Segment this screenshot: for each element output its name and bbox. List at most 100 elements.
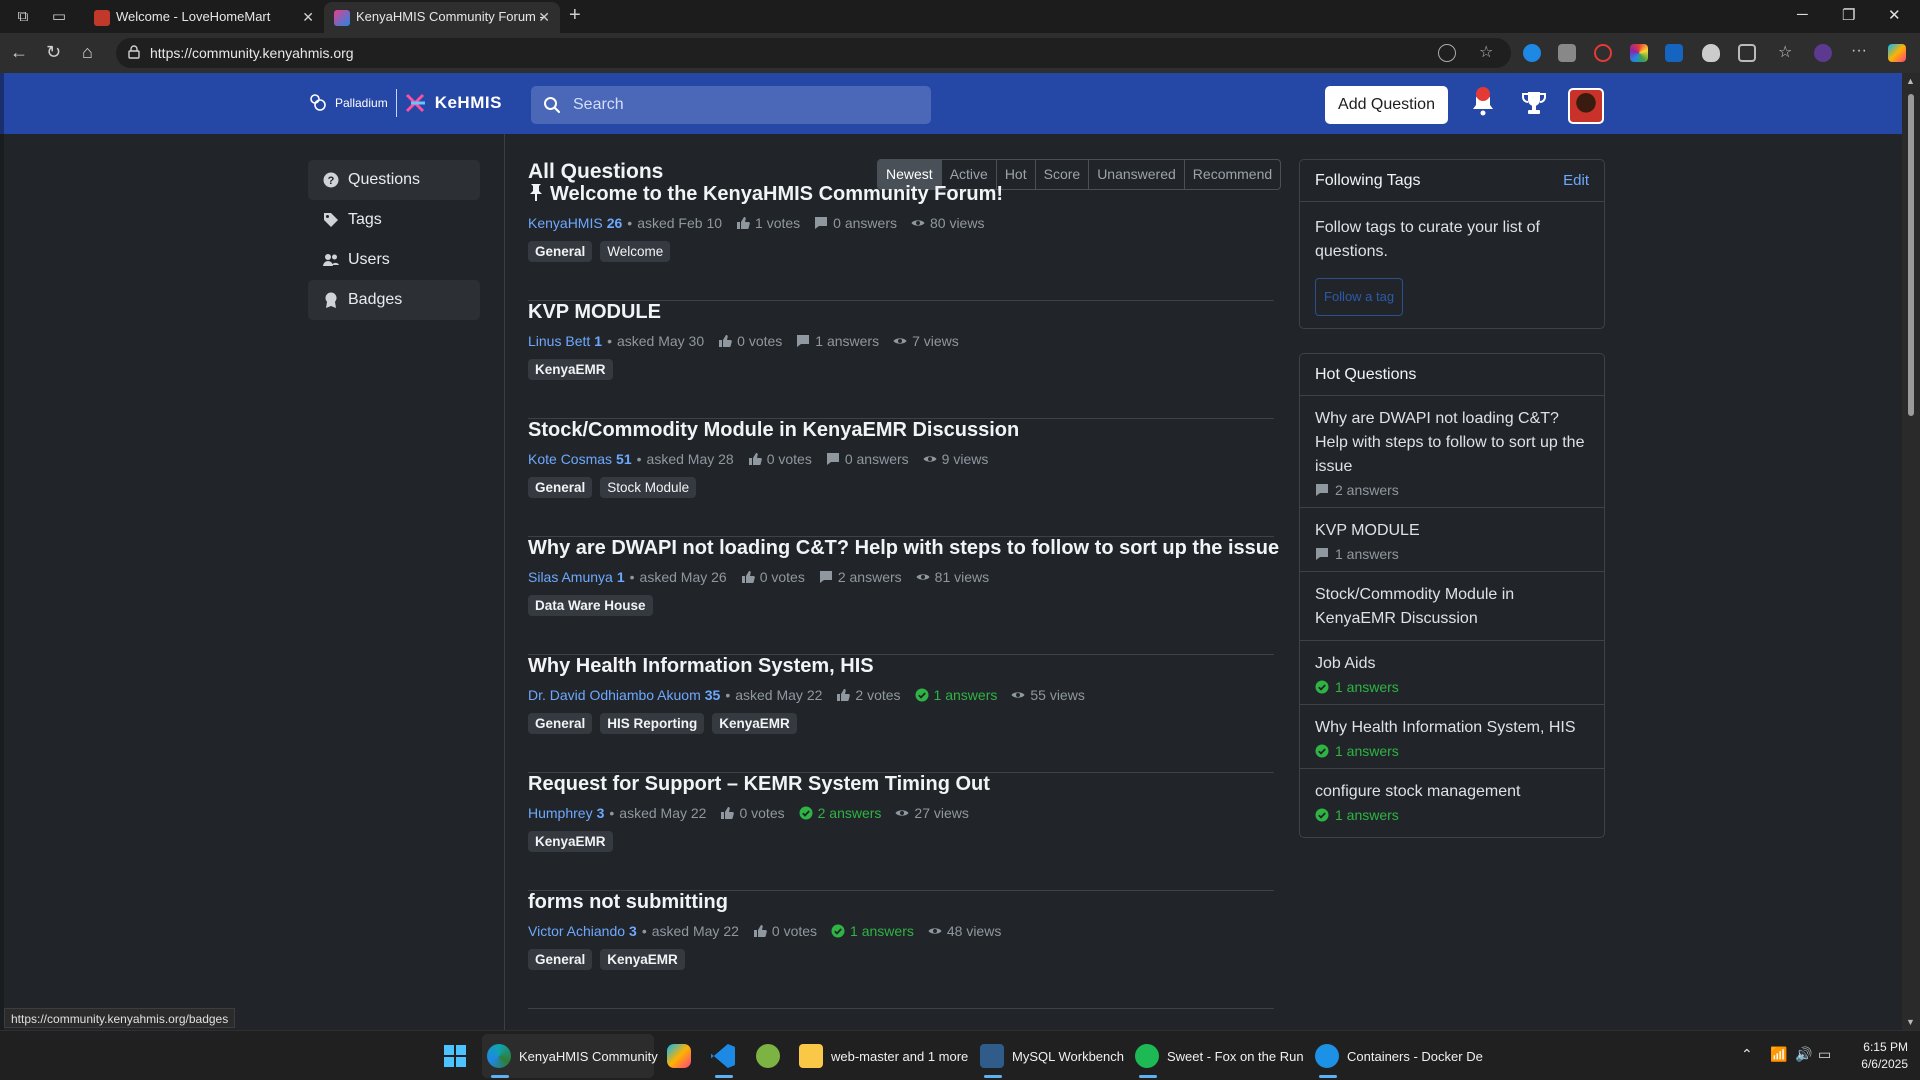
sidebar-item-questions[interactable]: ? Questions [308,160,480,200]
search-box[interactable] [531,86,931,124]
extension-icon[interactable] [1594,44,1612,62]
scroll-down-icon[interactable]: ▼ [1906,1017,1915,1027]
search-input[interactable] [573,86,913,124]
hot-question-title[interactable]: Why are DWAPI not loading C&T? Help with… [1315,407,1589,479]
restore-icon[interactable]: ❐ [1842,6,1855,24]
new-tab-icon[interactable]: + [569,4,581,27]
home-icon[interactable]: ⌂ [82,42,93,63]
browser-tab-lovehomemart[interactable]: Welcome - LoveHomeMart ✕ [84,2,324,33]
windows-start-icon[interactable] [444,1045,466,1067]
author-link[interactable]: Humphrey [528,805,593,821]
author-link[interactable]: Dr. David Odhiambo Akuom [528,687,701,703]
favorite-star-icon[interactable]: ☆ [1479,44,1497,62]
hot-question-item[interactable]: configure stock management 1 answers [1300,769,1604,832]
add-question-button[interactable]: Add Question [1325,86,1448,124]
volume-icon[interactable]: 🔊 [1795,1046,1812,1063]
taskbar-app[interactable] [756,1041,780,1071]
edit-tags-link[interactable]: Edit [1563,160,1589,202]
hot-question-item[interactable]: KVP MODULE 1 answers [1300,508,1604,572]
asked-date: asked May 26 [639,569,727,585]
hot-question-title[interactable]: KVP MODULE [1315,519,1589,543]
tag-icon [324,213,338,227]
extension-icon[interactable] [1702,44,1720,62]
tag-chip[interactable]: Data Ware House [528,595,653,616]
tag-chip[interactable]: HIS Reporting [600,713,705,734]
tab-title: Welcome - LoveHomeMart [116,9,271,24]
author-link[interactable]: Kote Cosmas [528,451,612,467]
tag-chip[interactable]: General [528,713,593,734]
author-link[interactable]: Linus Bett [528,333,590,349]
system-clock[interactable]: 6:15 PM 6/6/2025 [1838,1039,1908,1073]
user-avatar[interactable] [1568,88,1604,124]
taskbar-mysql-workbench[interactable]: MySQL Workbench [980,1041,1124,1078]
extension-icon[interactable] [1558,44,1576,62]
hot-question-item[interactable]: Job Aids 1 answers [1300,641,1604,705]
hot-question-item[interactable]: Stock/Commodity Module in KenyaEMR Discu… [1300,572,1604,641]
question-title-link[interactable]: forms not submitting [528,891,728,914]
hot-question-item[interactable]: Why are DWAPI not loading C&T? Help with… [1300,396,1604,508]
question-title-link[interactable]: Request for Support – KEMR System Timing… [528,773,990,796]
browser-tab-kenyahmis[interactable]: KenyaHMIS Community Forum - ✕ [324,2,560,33]
taskbar-vscode[interactable] [711,1041,735,1078]
battery-icon[interactable]: ▭ [1818,1046,1831,1063]
question-title-link[interactable]: Welcome to the KenyaHMIS Community Forum… [528,183,1003,206]
wifi-icon[interactable]: 📶 [1770,1046,1787,1063]
tag-chip[interactable]: General [528,241,593,262]
answers-count: 1 answers [933,687,998,703]
tag-chip[interactable]: KenyaEMR [600,949,685,970]
tag-chip[interactable]: KenyaEMR [528,831,613,852]
trophy-icon[interactable] [1521,90,1547,116]
lock-icon [128,45,140,59]
back-icon[interactable]: ← [10,42,28,63]
author-link[interactable]: Silas Amunya [528,569,613,585]
question-title-link[interactable]: Why are DWAPI not loading C&T? Help with… [528,537,1279,560]
color-extension-icon[interactable] [1630,44,1648,62]
favorites-icon[interactable]: ☆ [1778,44,1796,62]
scroll-up-icon[interactable]: ▲ [1906,76,1915,86]
extensions-icon[interactable] [1738,44,1756,62]
copilot-icon[interactable] [1888,44,1906,62]
question-title-link[interactable]: KVP MODULE [528,301,661,324]
hot-question-title[interactable]: Stock/Commodity Module in KenyaEMR Discu… [1315,583,1589,631]
follow-tag-button[interactable]: Follow a tag [1315,278,1404,316]
tab-actions-icon[interactable]: ▭ [48,6,70,28]
more-icon[interactable]: ··· [1851,43,1869,62]
author-link[interactable]: Victor Achiando [528,923,625,939]
taskbar-docker[interactable]: Containers - Docker De [1315,1041,1483,1078]
author-link[interactable]: KenyaHMIS [528,215,603,231]
minimize-icon[interactable]: ─ [1797,6,1808,23]
refresh-icon[interactable]: ↻ [46,42,61,63]
reader-icon[interactable] [1438,44,1456,62]
sidebar-item-users[interactable]: Users [308,240,480,280]
close-tab-icon[interactable]: ✕ [302,2,314,32]
taskbar-spotify[interactable]: Sweet - Fox on the Run [1135,1041,1304,1078]
sidebar-item-badges[interactable]: Badges [308,280,480,320]
tag-chip[interactable]: Stock Module [600,477,697,498]
scrollbar-thumb[interactable] [1908,94,1914,416]
extension-icon[interactable] [1665,44,1683,62]
question-title-link[interactable]: Why Health Information System, HIS [528,655,874,678]
page-scrollbar[interactable]: ▲ ▼ [1902,73,1920,1030]
hot-question-title[interactable]: configure stock management [1315,780,1589,804]
close-window-icon[interactable]: ✕ [1888,6,1901,24]
tag-chip[interactable]: General [528,477,593,498]
site-logo[interactable]: Palladium KeHMIS [309,87,502,119]
hot-question-item[interactable]: Why Health Information System, HIS 1 answ… [1300,705,1604,769]
profile-icon[interactable] [1814,44,1832,62]
sidebar-item-tags[interactable]: Tags [308,200,480,240]
hot-question-title[interactable]: Job Aids [1315,652,1589,676]
url-field[interactable]: https://community.kenyahmis.org [116,38,1511,68]
question-title-link[interactable]: Stock/Commodity Module in KenyaEMR Discu… [528,419,1019,442]
taskbar-file-explorer[interactable]: web-master and 1 more [799,1041,968,1071]
tag-chip[interactable]: Welcome [600,241,671,262]
workspaces-icon[interactable]: ⧉ [12,6,34,28]
extension-icon[interactable] [1523,44,1541,62]
tag-chip[interactable]: KenyaEMR [712,713,797,734]
taskbar-edge[interactable]: KenyaHMIS Community [487,1041,658,1078]
hot-question-title[interactable]: Why Health Information System, HIS [1315,716,1589,740]
taskbar-copilot[interactable] [667,1041,691,1071]
tag-chip[interactable]: KenyaEMR [528,359,613,380]
close-tab-icon[interactable]: ✕ [538,2,550,32]
tray-chevron-icon[interactable]: ⌃ [1741,1046,1753,1063]
tag-chip[interactable]: General [528,949,593,970]
